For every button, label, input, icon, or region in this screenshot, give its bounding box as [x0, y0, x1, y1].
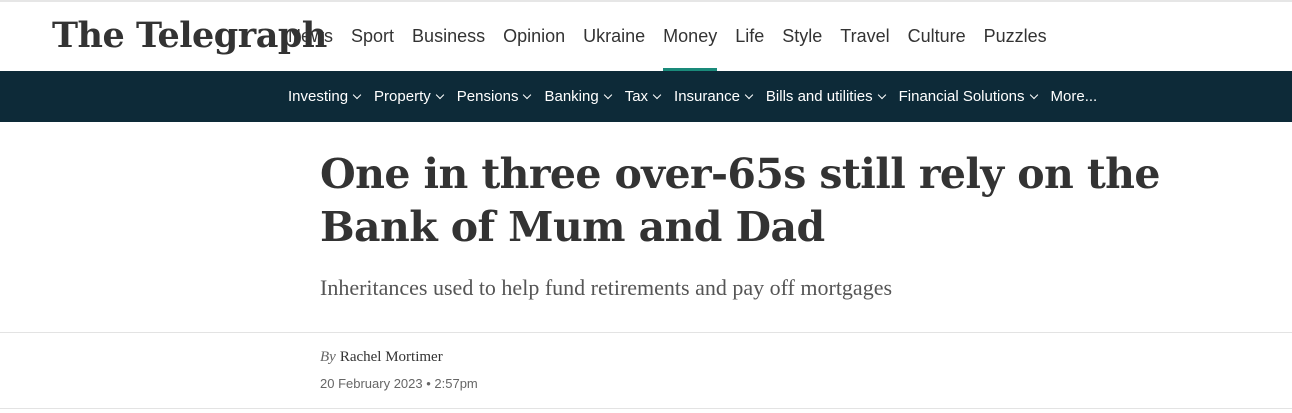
subnav-item-label: Pensions: [456, 88, 519, 105]
subnav-item-label: Banking: [544, 88, 599, 105]
chevron-down-icon: [352, 90, 362, 99]
byline-prefix: By: [320, 349, 336, 365]
chevron-down-icon: [435, 90, 444, 99]
publish-date: 20 February 2023 • 2:57pm: [320, 376, 478, 391]
chevron-down-icon: [523, 90, 532, 99]
primary-nav: News Sport Business Opinion Ukraine Money Life…: [288, 2, 1065, 72]
author-link[interactable]: Rachel Mortimer: [340, 349, 443, 365]
nav-item-puzzles[interactable]: Puzzles: [984, 2, 1047, 71]
nav-item-money[interactable]: Money: [663, 2, 718, 72]
chevron-down-icon: [1029, 90, 1038, 99]
subnav-item-label: Bills and utilities: [765, 88, 873, 105]
chevron-down-icon: [877, 90, 886, 99]
nav-item-sport[interactable]: Sport: [351, 2, 394, 71]
nav-item-opinion[interactable]: Opinion: [503, 2, 565, 71]
nav-item-news[interactable]: News: [288, 2, 333, 71]
telegraph-logo[interactable]: The Telegraph: [52, 14, 327, 58]
subnav-item-label: Tax: [624, 88, 649, 105]
subnav-item-bills-and-utilities[interactable]: Bills and utilities: [765, 88, 886, 105]
chevron-down-icon: [744, 90, 754, 99]
subnav-item-label: More...: [1050, 88, 1098, 105]
subnav-item-tax[interactable]: Tax: [624, 88, 662, 105]
subnav-item-pensions[interactable]: Pensions: [456, 88, 532, 105]
chevron-down-icon: [652, 90, 662, 99]
subnav-item-label: Property: [374, 88, 431, 105]
subnav-item-investing[interactable]: Investing: [288, 88, 362, 105]
subnav-item-label: Insurance: [674, 88, 740, 105]
subnav-item-label: Investing: [288, 88, 349, 105]
article-byline: By Rachel Mortimer: [320, 349, 443, 366]
nav-item-culture[interactable]: Culture: [908, 2, 966, 71]
article-standfirst: Inheritances used to help fund retiremen…: [320, 275, 893, 300]
chevron-down-icon: [603, 90, 612, 99]
article-headline: One in three over-65s still rely on the …: [320, 150, 1160, 251]
subnav-item-banking[interactable]: Banking: [544, 88, 612, 105]
divider: [0, 332, 1292, 333]
subnav-item-insurance[interactable]: Insurance: [674, 88, 754, 105]
subnav-items: Investing Property Pensions Banking Tax Insur…: [288, 71, 1111, 122]
subnav-item-label: Financial Solutions: [898, 88, 1025, 105]
nav-item-business[interactable]: Business: [412, 2, 485, 71]
nav-item-ukraine[interactable]: Ukraine: [583, 2, 645, 71]
nav-item-life[interactable]: Life: [735, 2, 764, 71]
site-header: The Telegraph News Sport Business Opinion Uk…: [0, 0, 1292, 72]
nav-item-style[interactable]: Style: [782, 2, 822, 71]
nav-item-travel[interactable]: Travel: [840, 2, 889, 71]
divider: [0, 408, 1292, 409]
subnav-item-more[interactable]: More...: [1051, 88, 1098, 105]
subnav-item-property[interactable]: Property: [374, 88, 444, 105]
money-subnav: Investing Property Pensions Banking Tax Insur…: [0, 71, 1292, 122]
subnav-item-financial-solutions[interactable]: Financial Solutions: [898, 88, 1038, 105]
